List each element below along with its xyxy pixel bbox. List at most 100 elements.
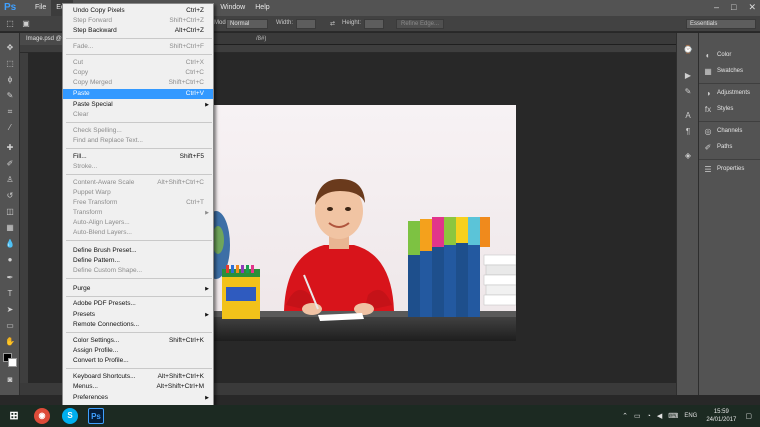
actions-panel-icon[interactable]: ▶ — [682, 71, 694, 81]
panel-adjustments[interactable]: ◑ Adjustments — [703, 87, 750, 99]
dodge-tool-icon[interactable]: ● — [4, 255, 16, 265]
layers-panel-icon[interactable]: ◈ — [682, 151, 694, 161]
windows-start-icon[interactable]: ⊞ — [6, 408, 22, 424]
menu-remote-connections[interactable]: Remote Connections... — [63, 320, 213, 330]
submenu-arrow-icon: ▶ — [205, 312, 209, 318]
gradient-tool-icon[interactable]: ▦ — [4, 223, 16, 233]
refine-edge-button[interactable]: Refine Edge... — [396, 19, 444, 29]
chrome-icon[interactable]: ◉ — [34, 408, 50, 424]
network-icon[interactable]: ◔ — [647, 413, 651, 420]
menu-find-replace-text[interactable]: Find and Replace Text... — [63, 136, 213, 146]
brush-presets-panel-icon[interactable]: ✎ — [682, 87, 694, 97]
menu-fade[interactable]: Fade... Shift+Ctrl+F — [63, 42, 213, 52]
eraser-tool-icon[interactable]: ◫ — [4, 207, 16, 217]
menu-clear[interactable]: Clear — [63, 110, 213, 120]
menu-step-backward[interactable]: Step Backward Alt+Ctrl+Z — [63, 26, 213, 36]
panel-channels-label: Channels — [717, 128, 743, 134]
menu-auto-align-layers[interactable]: Auto-Align Layers... — [63, 218, 213, 228]
marquee-tool-icon[interactable]: ⬚ — [4, 59, 16, 69]
healing-brush-tool-icon[interactable]: ✚ — [4, 143, 16, 153]
panel-paths[interactable]: ✐ Paths — [703, 141, 733, 153]
menu-free-transform[interactable]: Free Transform Ctrl+T — [63, 198, 213, 208]
canvas-image[interactable] — [214, 105, 516, 341]
paragraph-panel-icon[interactable]: ¶ — [682, 127, 694, 137]
menu-define-brush-preset[interactable]: Define Brush Preset... — [63, 246, 213, 256]
mode-select[interactable]: Normal — [226, 19, 268, 29]
crop-tool-icon[interactable]: ⌗ — [4, 107, 16, 117]
width-field[interactable] — [296, 19, 316, 29]
menu-puppet-warp[interactable]: Puppet Warp — [63, 188, 213, 198]
workspace-select[interactable]: Essentials — [686, 19, 756, 29]
menu-paste[interactable]: Paste Ctrl+V — [63, 89, 213, 99]
skype-icon[interactable]: S — [62, 408, 78, 424]
menu-transform[interactable]: Transform ▶ — [63, 208, 213, 218]
chevron-up-icon[interactable]: ⌃ — [622, 412, 628, 420]
shape-tool-icon[interactable]: ▭ — [4, 321, 16, 331]
language-indicator[interactable]: ENG — [684, 413, 697, 419]
panel-channels[interactable]: ◎ Channels — [703, 125, 743, 137]
menu-file[interactable]: File — [30, 0, 51, 16]
panel-swatches[interactable]: ▦ Swatches — [703, 65, 743, 77]
panel-color[interactable]: ◐ Color — [703, 49, 732, 61]
battery-icon[interactable]: ▭ — [634, 412, 641, 420]
quick-mask-icon[interactable]: ◙ — [4, 375, 16, 385]
menu-help[interactable]: Help — [250, 0, 274, 16]
menu-content-aware-scale[interactable]: Content-Aware Scale Alt+Shift+Ctrl+C — [63, 178, 213, 188]
menu-color-settings[interactable]: Color Settings... Shift+Ctrl+K — [63, 336, 213, 346]
menu-assign-profile[interactable]: Assign Profile... — [63, 346, 213, 356]
clone-stamp-tool-icon[interactable]: ♙ — [4, 175, 16, 185]
background-color-swatch[interactable] — [8, 358, 17, 367]
history-brush-tool-icon[interactable]: ↺ — [4, 191, 16, 201]
menu-presets[interactable]: Presets ▶ — [63, 310, 213, 320]
menu-window[interactable]: Window — [215, 0, 250, 16]
eyedropper-tool-icon[interactable]: ⁄ — [4, 123, 16, 133]
panel-styles[interactable]: fx Styles — [703, 103, 733, 115]
menu-item-label: Cut — [73, 59, 84, 66]
menu-keyboard-shortcuts[interactable]: Keyboard Shortcuts... Alt+Shift+Ctrl+K — [63, 372, 213, 382]
menu-purge[interactable]: Purge ▶ — [63, 284, 213, 294]
menu-menus[interactable]: Menus... Alt+Shift+Ctrl+M — [63, 382, 213, 392]
quick-selection-tool-icon[interactable]: ✎ — [4, 91, 16, 101]
menu-preferences[interactable]: Preferences ▶ — [63, 393, 213, 403]
type-tool-icon[interactable]: T — [4, 289, 16, 299]
clock-time: 15:59 — [713, 409, 729, 415]
menu-auto-blend-layers[interactable]: Auto-Blend Layers... — [63, 228, 213, 238]
close-icon[interactable]: ✕ — [748, 2, 756, 13]
path-selection-tool-icon[interactable]: ➤ — [4, 305, 16, 315]
menu-check-spelling[interactable]: Check Spelling... — [63, 126, 213, 136]
menu-paste-special[interactable]: Paste Special ▶ — [63, 100, 213, 110]
photoshop-taskbar-icon[interactable]: Ps — [88, 408, 104, 424]
brush-tool-icon[interactable]: ✐ — [4, 159, 16, 169]
menu-cut[interactable]: Cut Ctrl+X — [63, 58, 213, 68]
move-tool-icon[interactable]: ✥ — [4, 43, 16, 53]
menu-define-custom-shape[interactable]: Define Custom Shape... — [63, 266, 213, 276]
maximize-icon[interactable]: □ — [731, 2, 736, 13]
menu-copy-merged[interactable]: Copy Merged Shift+Ctrl+C — [63, 78, 213, 88]
swap-icon[interactable]: ⇄ — [330, 20, 335, 27]
height-field[interactable] — [364, 19, 384, 29]
panel-properties[interactable]: ☰ Properties — [703, 163, 744, 175]
volume-icon[interactable]: ◀ — [657, 412, 662, 420]
character-panel-icon[interactable]: A — [682, 111, 694, 121]
notification-icon[interactable]: ▢ — [745, 412, 752, 420]
document-tab[interactable]: Image.psd @ — [20, 33, 68, 45]
menu-convert-to-profile[interactable]: Convert to Profile... — [63, 356, 213, 366]
menu-copy[interactable]: Copy Ctrl+C — [63, 68, 213, 78]
marquee-options-icon[interactable]: ⬚ — [4, 19, 16, 29]
new-selection-icon[interactable]: ▣ — [20, 19, 32, 29]
menu-adobe-pdf-presets[interactable]: Adobe PDF Presets... — [63, 299, 213, 309]
menu-undo-copy-pixels[interactable]: Undo Copy Pixels Ctrl+Z — [63, 6, 213, 16]
history-panel-icon[interactable]: ⌚ — [682, 45, 694, 55]
pen-tool-icon[interactable]: ✒ — [4, 273, 16, 283]
blur-tool-icon[interactable]: 💧 — [4, 239, 16, 249]
clock[interactable]: 15:59 24/01/2017 — [706, 408, 736, 424]
minimize-icon[interactable]: – — [714, 2, 719, 13]
lasso-tool-icon[interactable]: ϕ — [4, 75, 16, 85]
menu-separator — [66, 240, 212, 241]
menu-fill[interactable]: Fill... Shift+F5 — [63, 152, 213, 162]
keyboard-icon[interactable]: ⌨ — [668, 412, 678, 420]
hand-tool-icon[interactable]: ✋ — [4, 337, 16, 347]
menu-stroke[interactable]: Stroke... — [63, 162, 213, 172]
menu-define-pattern[interactable]: Define Pattern... — [63, 256, 213, 266]
menu-step-forward[interactable]: Step Forward Shift+Ctrl+Z — [63, 16, 213, 26]
